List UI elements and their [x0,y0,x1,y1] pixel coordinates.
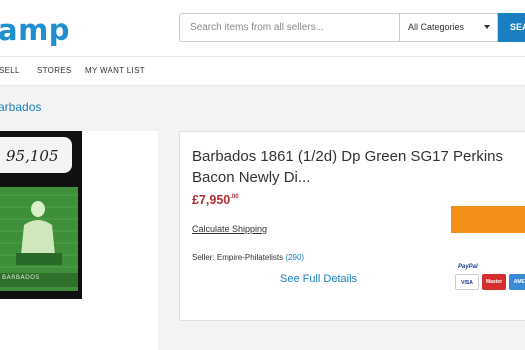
nav-item-sell[interactable]: SELL [0,57,20,85]
seller-name[interactable]: Seller: Empire-Philatelists [192,253,283,262]
category-select[interactable]: All Categories [399,13,498,42]
calculate-shipping-link[interactable]: Calculate Shipping [192,224,267,234]
price-main: £7,950 [192,193,231,207]
main-nav: SELL STORES MY WANT LIST [0,56,525,86]
seller-info: Seller: Empire-Philatelists (290) [192,253,304,262]
search-input[interactable]: Search items from all sellers... [179,13,399,42]
paypal-logo: PayPal [458,264,478,270]
image-panel: 95,105 BARBADOS [0,131,158,350]
buy-now-button[interactable] [451,206,525,233]
amex-card-icon: AMEX [509,274,525,290]
payment-methods: PayPal VISA Master AMEX [454,264,525,294]
chevron-down-icon [484,25,490,29]
visa-card-icon: VISA [455,274,479,290]
seller-feedback-count[interactable]: (290) [285,253,304,262]
nav-item-stores[interactable]: STORES [37,57,72,85]
nav-item-want-list[interactable]: MY WANT LIST [85,57,145,85]
listing-details-card: Barbados 1861 (1/2d) Dp Green SG17 Perki… [179,131,525,321]
price-cents: .00 [230,194,239,200]
stamp-number-label: 95,105 [0,137,72,173]
search-button[interactable]: SEA [498,13,525,42]
see-full-details-link[interactable]: See Full Details [280,273,357,285]
top-bar: amp Search items from all sellers... All… [0,0,525,56]
listing-price: £7,950.00 [192,193,239,207]
mastercard-icon: Master [482,274,506,290]
stamp-image[interactable]: 95,105 BARBADOS [0,131,82,299]
breadcrumb[interactable]: arbados [0,100,41,114]
site-logo[interactable]: amp [0,15,70,45]
listing-title: Barbados 1861 (1/2d) Dp Green SG17 Perki… [192,148,504,186]
category-label: All Categories [408,22,465,32]
stamp-caption: BARBADOS [2,274,40,281]
stamp-number: 95,105 [6,147,59,165]
